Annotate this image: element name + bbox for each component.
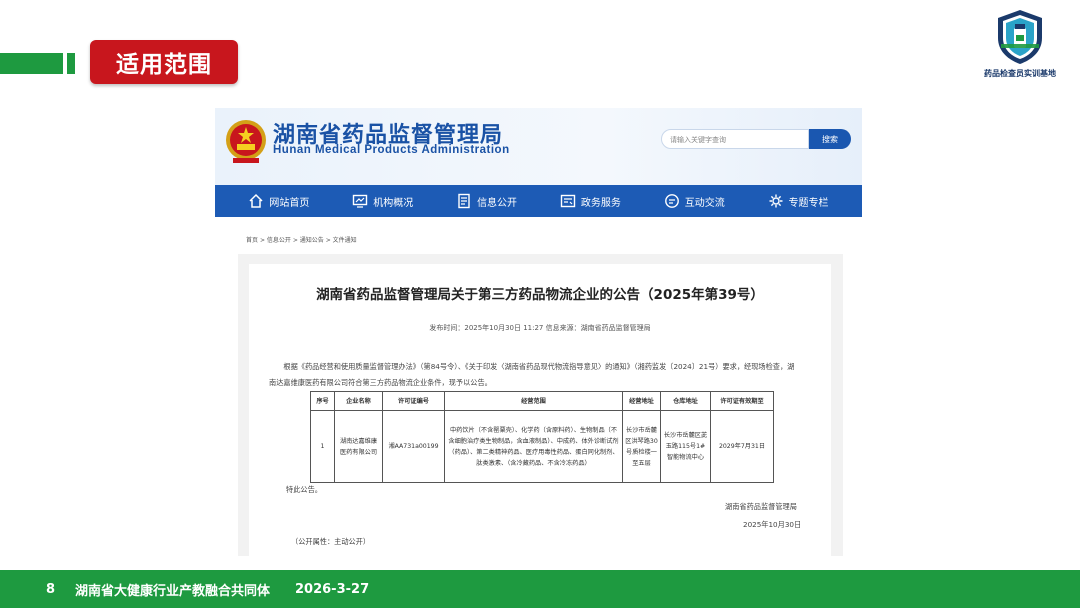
logo-text: 药品检查员实训基地 [984, 69, 1056, 78]
table-cell: 中药饮片（不含罂粟壳）、化学药（含原料药）、生物制品（不含细胞治疗类生物制品，含… [444, 410, 623, 483]
table-header: 许可证编号 [382, 391, 445, 411]
site-subtitle: Hunan Medical Products Administration [273, 144, 510, 156]
shield-logo-icon [998, 10, 1042, 64]
nav-label: 专题专栏 [788, 197, 829, 209]
table-cell: 2029年7月31日 [710, 410, 774, 483]
table-header: 仓库地址 [660, 391, 711, 411]
service-icon [560, 193, 576, 209]
document-icon [456, 193, 472, 209]
nav-label: 政务服务 [580, 197, 621, 209]
article-title: 湖南省药品监督管理局关于第三方药品物流企业的公告（2025年第39号） [316, 287, 764, 303]
breadcrumb-separator: > [325, 237, 331, 244]
monitor-icon [352, 193, 368, 209]
table-header: 许可证有效期至 [710, 391, 774, 411]
header-green-bar [0, 53, 63, 74]
breadcrumb-item[interactable]: 通知公告 [300, 237, 324, 244]
nav-label: 网站首页 [269, 197, 310, 209]
nav-label: 信息公开 [477, 197, 518, 209]
license-table: 序号 企业名称 许可证编号 经营范围 经营地址 仓库地址 许可证有效期至 1 湖… [310, 391, 774, 483]
page-number: 8 [46, 581, 56, 597]
footer-org: 湖南省大健康行业产教融合共同体 [75, 583, 271, 599]
article-body: 根据《药品经营和使用质量监督管理办法》（第84号令）、《关于印发〈湖南省药品现代… [269, 362, 795, 387]
chat-icon [664, 193, 680, 209]
search-input[interactable]: 请输入关键字查询 [661, 129, 809, 149]
gear-icon [768, 193, 784, 209]
breadcrumb-item[interactable]: 文件通知 [333, 237, 357, 244]
training-base-logo: 药品检查员实训基地 [980, 8, 1060, 79]
home-icon [248, 193, 264, 209]
table-header-row: 序号 企业名称 许可证编号 经营范围 经营地址 仓库地址 许可证有效期至 [310, 391, 774, 411]
table-header: 序号 [310, 391, 335, 411]
nav-item-services[interactable]: 政务服务 [560, 193, 621, 209]
table-cell: 长沙市岳麓区洪琴路30号质检楼一至五层 [622, 410, 661, 483]
table-header: 企业名称 [334, 391, 383, 411]
nav-label: 互动交流 [684, 197, 725, 209]
table-header: 经营地址 [622, 391, 661, 411]
site-header: 湖南省药品监督管理局 Hunan Medical Products Admini… [215, 108, 862, 185]
breadcrumb: 首页 > 信息公开 > 通知公告 > 文件通知 [246, 235, 357, 244]
table-cell: 长沙市岳麓区茈玉路115号1#智能物流中心 [660, 410, 711, 483]
breadcrumb-separator: > [292, 237, 298, 244]
nav-item-interaction[interactable]: 互动交流 [664, 193, 725, 209]
nav-item-about[interactable]: 机构概况 [352, 193, 413, 209]
breadcrumb-separator: > [259, 237, 265, 244]
table-row: 1 湖南达嘉维康医药有限公司 湘AA731a00199 中药饮片（不含罂粟壳）、… [310, 410, 774, 483]
header-green-bar-small [67, 53, 75, 74]
article-closing: 特此公告。 [286, 485, 322, 494]
national-emblem-icon [226, 120, 266, 163]
table-cell: 1 [310, 410, 335, 483]
slide-footer: 8 湖南省大健康行业产教融合共同体 2026-3-27 [0, 570, 1080, 608]
section-tag: 适用范围 [90, 40, 238, 84]
open-attribute: （公开属性：主动公开） [291, 537, 371, 546]
nav-item-home[interactable]: 网站首页 [248, 193, 309, 209]
article-meta: 发布时间：2025年10月30日 11:27 信息来源：湖南省药品监督管理局 [429, 324, 651, 332]
site-nav: 网站首页 机构概况 信息公开 政务服务 互动交流 专题专栏 [215, 185, 862, 217]
article-signer: 湖南省药品监督管理局 [725, 502, 797, 511]
table-cell: 湖南达嘉维康医药有限公司 [334, 410, 383, 483]
nav-label: 机构概况 [373, 197, 414, 209]
table-header: 经营范围 [444, 391, 623, 411]
article-panel: 湖南省药品监督管理局关于第三方药品物流企业的公告（2025年第39号） 发布时间… [249, 264, 831, 556]
article-sign-date: 2025年10月30日 [743, 520, 802, 529]
breadcrumb-item[interactable]: 首页 [246, 237, 258, 244]
nav-item-special[interactable]: 专题专栏 [768, 193, 829, 209]
nav-item-disclosure[interactable]: 信息公开 [456, 193, 517, 209]
footer-date: 2026-3-27 [295, 581, 370, 597]
search-button[interactable]: 搜索 [809, 129, 851, 149]
table-cell: 湘AA731a00199 [382, 410, 445, 483]
breadcrumb-item[interactable]: 信息公开 [267, 237, 291, 244]
